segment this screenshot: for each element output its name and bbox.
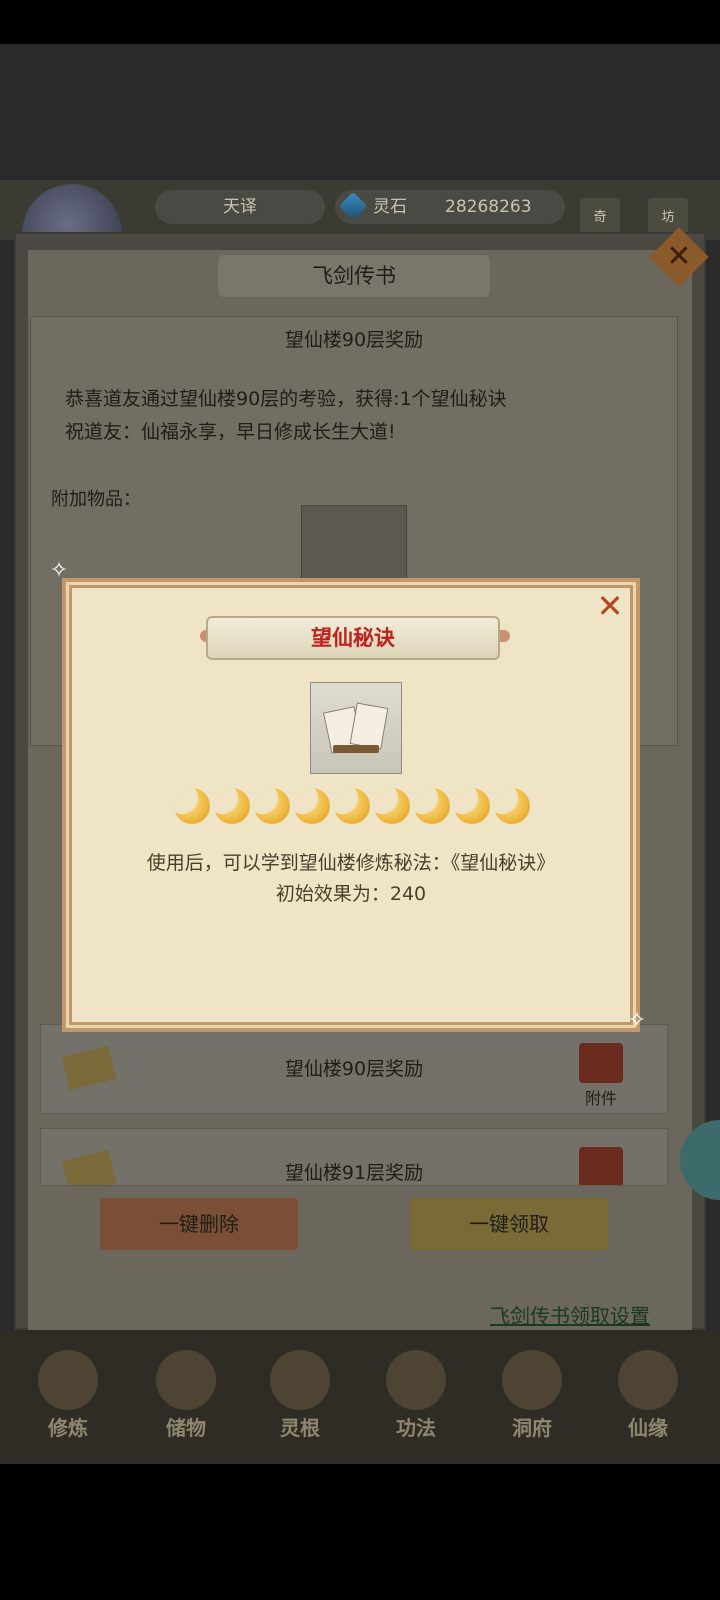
item-detail-popup: 望仙秘诀 ✕ 使用后，可以学到望仙楼修炼秘法：《望仙秘诀》 初始效果为：240 (62, 578, 640, 1032)
panel-close-button[interactable]: ✕ (649, 227, 709, 287)
nav-item-cave[interactable]: 洞府 (482, 1340, 582, 1450)
description-line: 初始效果为：240 (275, 883, 427, 905)
nav-label: 修炼 (48, 1416, 88, 1440)
item-description: 使用后，可以学到望仙楼修炼秘法：《望仙秘诀》 初始效果为：240 (66, 848, 636, 910)
nav-label: 仙缘 (628, 1416, 668, 1440)
cave-house-icon (502, 1350, 562, 1410)
spirit-stone-icon (338, 191, 368, 221)
moon-star-icon (334, 788, 370, 824)
description-line: 使用后，可以学到望仙楼修炼秘法：《望仙秘诀》 (146, 852, 556, 874)
sparkle-icon: ✧ (627, 1008, 647, 1033)
nav-item-fate[interactable]: 仙缘 (598, 1340, 698, 1450)
currency-value: 28268263 (445, 197, 532, 217)
list-item[interactable]: 望仙楼91层奖励 (40, 1128, 668, 1186)
moon-star-icon (374, 788, 410, 824)
cultivate-icon (38, 1350, 98, 1410)
nav-item-skills[interactable]: 功法 (366, 1340, 466, 1450)
close-icon: ✕ (596, 587, 624, 625)
nav-item-cultivate[interactable]: 修炼 (18, 1340, 118, 1450)
attachment-label: 附加物品： (51, 489, 141, 510)
moon-star-icon (494, 788, 530, 824)
nav-label: 洞府 (512, 1416, 552, 1440)
mail-body: 恭喜道友通过望仙楼90层的考验，获得:1个望仙秘诀 祝道友：仙福永享，早日修成长… (65, 383, 645, 449)
mail-body-line: 祝道友：仙福永享，早日修成长生大道! (65, 421, 396, 443)
storage-bag-icon (156, 1350, 216, 1410)
nav-label: 灵根 (280, 1416, 320, 1440)
delete-all-button[interactable]: 一键删除 (100, 1198, 298, 1250)
moon-star-icon (254, 788, 290, 824)
nav-item-spirit-root[interactable]: 灵根 (250, 1340, 350, 1450)
mail-subject: 望仙楼90层奖励 (284, 329, 424, 351)
currency-pill: 灵石 28268263 (335, 190, 565, 224)
popup-close-button[interactable]: ✕ (592, 588, 628, 624)
popup-title-band: 望仙秘诀 (206, 616, 500, 660)
skills-book-icon (386, 1350, 446, 1410)
moon-star-icon (214, 788, 250, 824)
moon-star-icon (174, 788, 210, 824)
book-icon (322, 699, 389, 757)
panel-title: 飞剑传书 (218, 255, 490, 297)
moon-star-icon (414, 788, 450, 824)
nickname-pill: 天译 (155, 190, 325, 224)
spirit-root-icon (270, 1350, 330, 1410)
sparkle-icon: ✧ (49, 558, 69, 583)
popup-title: 望仙秘诀 (311, 626, 395, 650)
close-icon: ✕ (666, 239, 692, 274)
nav-label: 功法 (396, 1416, 436, 1440)
currency-label: 灵石 (373, 197, 407, 217)
gift-box-icon (579, 1043, 623, 1083)
mail-title: 望仙楼91层奖励 (284, 1162, 424, 1184)
nav-item-storage[interactable]: 储物 (136, 1340, 236, 1450)
moon-star-icon (454, 788, 490, 824)
gift-box-icon (579, 1147, 623, 1185)
list-item[interactable]: 望仙楼90层奖励 附件 (40, 1024, 668, 1114)
fate-crane-icon (618, 1350, 678, 1410)
claim-settings-link[interactable]: 飞剑传书领取设置 (490, 1300, 650, 1329)
mail-body-line: 恭喜道友通过望仙楼90层的考验，获得:1个望仙秘诀 (65, 388, 507, 410)
nav-label: 储物 (166, 1416, 206, 1440)
attachment-tag: 附件 (584, 1089, 617, 1108)
claim-all-button[interactable]: 一键领取 (410, 1198, 608, 1250)
moon-star-icon (294, 788, 330, 824)
item-icon-slot (310, 682, 402, 774)
attachment-item-slot[interactable] (301, 505, 407, 587)
star-rating (174, 788, 534, 828)
